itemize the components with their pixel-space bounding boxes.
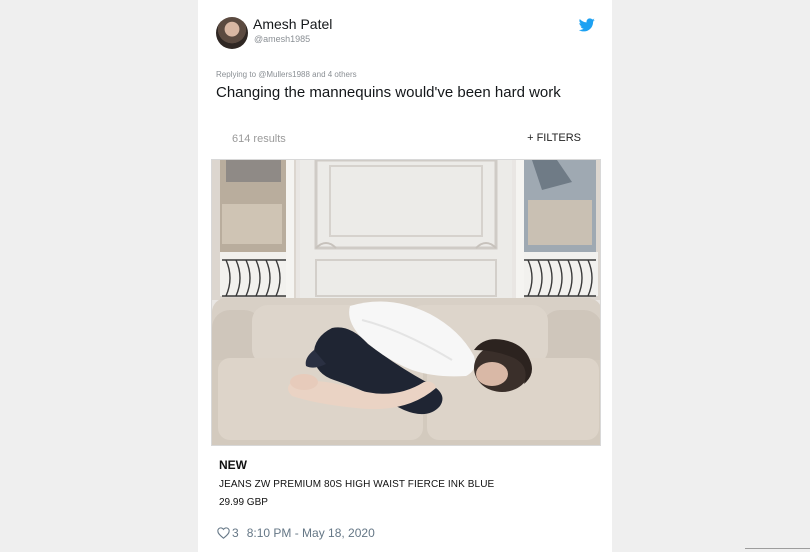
divider	[745, 548, 810, 549]
author-handle[interactable]: @amesh1985	[254, 34, 310, 44]
reply-context[interactable]: Replying to @Mullers1988 and 4 others	[216, 70, 357, 79]
tweet-text: Changing the mannequins would've been ha…	[216, 84, 561, 101]
product-price: 29.99 GBP	[219, 497, 268, 508]
tweet-card: Amesh Patel @amesh1985 Replying to @Mull…	[198, 0, 612, 552]
like-count[interactable]: 3	[232, 526, 239, 540]
new-badge: NEW	[219, 458, 247, 472]
product-name[interactable]: JEANS ZW PREMIUM 80S HIGH WAIST FIERCE I…	[219, 479, 494, 490]
product-photo[interactable]	[211, 159, 601, 446]
author-name[interactable]: Amesh Patel	[253, 16, 332, 32]
twitter-bird-icon[interactable]	[579, 18, 595, 32]
heart-icon[interactable]	[217, 527, 230, 539]
avatar[interactable]	[216, 17, 248, 49]
results-count: 614 results	[232, 133, 286, 145]
filters-button[interactable]: + FILTERS	[527, 132, 581, 144]
product-photo-illustration	[212, 160, 600, 445]
tweet-meta: 3 8:10 PM - May 18, 2020	[217, 526, 375, 540]
tweet-timestamp[interactable]: 8:10 PM - May 18, 2020	[247, 526, 375, 540]
